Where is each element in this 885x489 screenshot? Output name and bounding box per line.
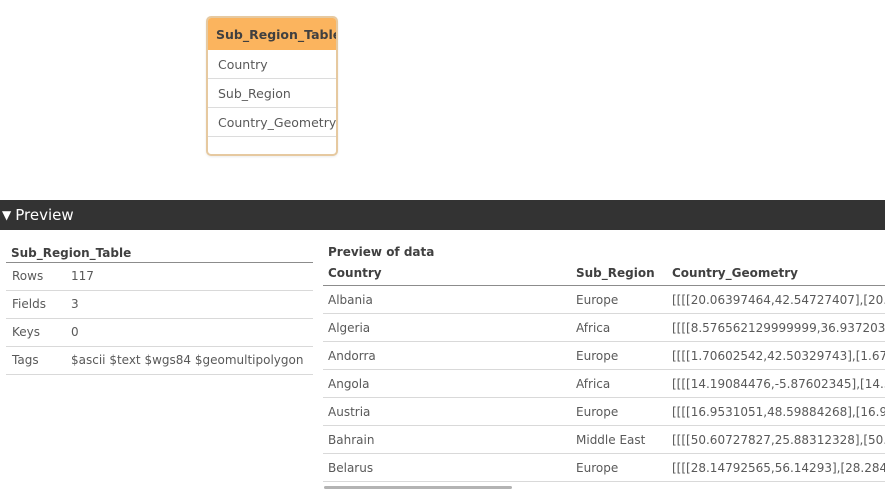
- cell-sub-region: Europe: [571, 285, 667, 314]
- cell-sub-region: Middle East: [571, 425, 667, 454]
- cell-country-geometry: [[[[50.60727827,25.88312328],[50.5: [667, 425, 885, 454]
- data-preview-table: Country Sub_Region Country_Geometry Alba…: [323, 261, 885, 482]
- cell-country-geometry: [[[[20.06397464,42.54727407],[20.1: [667, 285, 885, 314]
- data-model-canvas[interactable]: Sub_Region_Table Country Sub_Region Coun…: [0, 0, 885, 200]
- cell-country: Bahrain: [323, 425, 571, 454]
- cell-country: Algeria: [323, 313, 571, 342]
- summary-row-rows: Rows 117: [6, 263, 313, 291]
- summary-key: Fields: [12, 297, 46, 311]
- preview-toggle-bar[interactable]: ▼ Preview: [0, 200, 885, 230]
- cell-sub-region: Europe: [571, 453, 667, 482]
- table-row: Austria Europe [[[[16.9531051,48.5988426…: [323, 397, 885, 426]
- summary-value: 117: [71, 269, 94, 283]
- summary-title: Sub_Region_Table: [6, 244, 313, 263]
- table-card-spacer: [208, 137, 336, 154]
- caret-down-icon: ▼: [2, 208, 12, 222]
- cell-country: Andorra: [323, 341, 571, 370]
- cell-sub-region: Europe: [571, 341, 667, 370]
- data-preview-title: Preview of data: [328, 245, 435, 259]
- table-row: Algeria Africa [[[[8.576562129999999,36.…: [323, 313, 885, 342]
- table-field-country[interactable]: Country: [208, 50, 336, 79]
- summary-key: Keys: [12, 325, 41, 339]
- summary-value: 0: [71, 325, 79, 339]
- cell-country: Albania: [323, 285, 571, 314]
- table-field-sub-region[interactable]: Sub_Region: [208, 79, 336, 108]
- cell-country: Belarus: [323, 453, 571, 482]
- column-header-country-geometry[interactable]: Country_Geometry: [667, 261, 885, 286]
- summary-value: 3: [71, 297, 79, 311]
- cell-sub-region: Europe: [571, 397, 667, 426]
- cell-country-geometry: [[[[28.14792565,56.14293],[28.2842: [667, 453, 885, 482]
- preview-label: Preview: [15, 206, 74, 224]
- table-row: Albania Europe [[[[20.06397464,42.547274…: [323, 285, 885, 314]
- cell-sub-region: Africa: [571, 313, 667, 342]
- cell-sub-region: Africa: [571, 369, 667, 398]
- summary-row-fields: Fields 3: [6, 291, 313, 319]
- cell-country: Angola: [323, 369, 571, 398]
- cell-country: Austria: [323, 397, 571, 426]
- summary-value: $ascii $text $wgs84 $geomultipolygon: [71, 353, 304, 367]
- table-card-title[interactable]: Sub_Region_Table: [208, 18, 336, 50]
- summary-row-tags: Tags $ascii $text $wgs84 $geomultipolygo…: [6, 347, 313, 375]
- table-card-sub-region[interactable]: Sub_Region_Table Country Sub_Region Coun…: [206, 16, 338, 156]
- cell-country-geometry: [[[[16.9531051,48.59884268],[16.94: [667, 397, 885, 426]
- cell-country-geometry: [[[[14.19084476,-5.87602345],[14.3: [667, 369, 885, 398]
- column-header-sub-region[interactable]: Sub_Region: [571, 261, 667, 286]
- table-row: Belarus Europe [[[[28.14792565,56.14293]…: [323, 453, 885, 482]
- table-summary-panel: Sub_Region_Table Rows 117 Fields 3 Keys …: [6, 244, 313, 375]
- table-header-row: Country Sub_Region Country_Geometry: [323, 261, 885, 286]
- cell-country-geometry: [[[[1.70602542,42.50329743],[1.678: [667, 341, 885, 370]
- summary-key: Tags: [12, 353, 39, 367]
- table-row: Andorra Europe [[[[1.70602542,42.5032974…: [323, 341, 885, 370]
- summary-row-keys: Keys 0: [6, 319, 313, 347]
- summary-key: Rows: [12, 269, 44, 283]
- cell-country-geometry: [[[[8.576562129999999,36.9372036: [667, 313, 885, 342]
- table-row: Angola Africa [[[[14.19084476,-5.8760234…: [323, 369, 885, 398]
- table-field-country-geometry[interactable]: Country_Geometry: [208, 108, 336, 137]
- table-row: Bahrain Middle East [[[[50.60727827,25.8…: [323, 425, 885, 454]
- data-preview-panel[interactable]: Preview of data Country Sub_Region Count…: [323, 244, 885, 489]
- column-header-country[interactable]: Country: [323, 261, 571, 286]
